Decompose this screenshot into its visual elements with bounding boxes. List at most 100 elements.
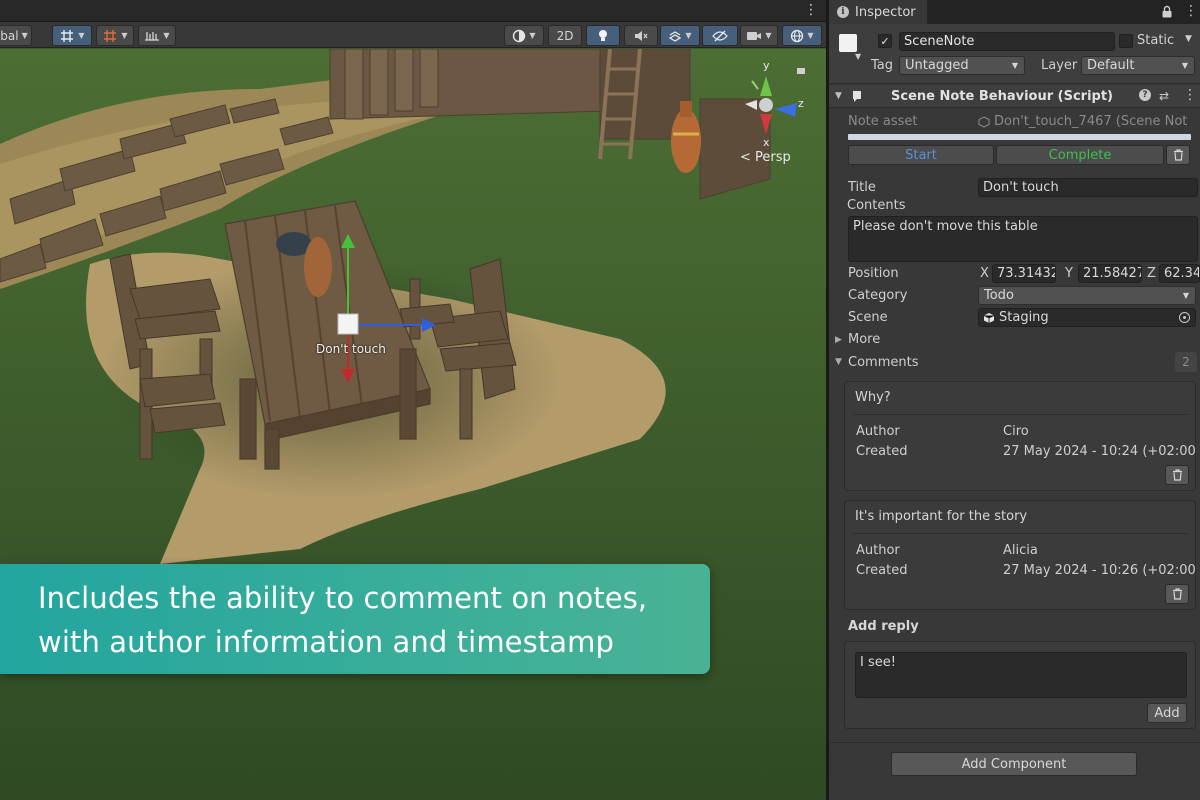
note-asset-field[interactable]: Don't_touch_7467 (Scene Not — [978, 112, 1198, 131]
jug — [304, 237, 332, 297]
comment-divider — [853, 533, 1189, 534]
delete-note-button[interactable] — [1166, 145, 1190, 165]
trash-icon — [1173, 149, 1183, 161]
note-asset-value: Don't_touch_7467 (Scene Not — [994, 114, 1188, 129]
more-foldout-arrow-icon[interactable]: ▶ — [835, 335, 842, 345]
comment-created-label: Created — [856, 444, 908, 459]
script-icon — [853, 91, 861, 102]
scene-menu-icon[interactable]: ⋮ — [804, 2, 818, 18]
position-y-label: Y — [1065, 266, 1073, 281]
feature-caption: Includes the ability to comment on notes… — [0, 564, 710, 674]
note-progress-bar — [848, 134, 1191, 140]
caption-text: Includes the ability to comment on notes… — [38, 581, 648, 659]
icon-picker-caret[interactable]: ▼ — [855, 52, 861, 61]
object-picker-icon[interactable] — [1179, 312, 1190, 323]
inspector-panel: i Inspector ⋮ ▼ ✓ SceneNote Static ▼ Tag… — [829, 0, 1200, 800]
category-dropdown[interactable]: Todo ▼ — [978, 286, 1196, 305]
add-reply-button[interactable]: Add — [1147, 703, 1187, 723]
lighting-toggle[interactable] — [586, 25, 620, 46]
component-menu-icon[interactable]: ⋮ — [1183, 87, 1197, 103]
gizmo-axis-x: x — [763, 136, 770, 149]
active-checkbox[interactable]: ✓ — [878, 34, 892, 48]
tab-inspector-label: Inspector — [855, 4, 916, 20]
divider — [829, 742, 1200, 743]
grid-icon — [104, 29, 117, 42]
shading-icon — [513, 29, 526, 42]
start-button[interactable]: Start — [848, 145, 994, 165]
scene-value: Staging — [999, 310, 1049, 325]
globe-icon — [791, 29, 804, 42]
category-label: Category — [848, 288, 908, 303]
2d-mode-button[interactable]: 2D — [548, 25, 582, 46]
position-y-field[interactable]: 21.58427 — [1078, 264, 1142, 283]
contents-textarea[interactable]: Please don't move this table — [848, 216, 1198, 262]
comment-author: Ciro — [1003, 424, 1029, 439]
ruler-icon — [145, 31, 160, 41]
scene-object-field[interactable]: Staging — [978, 308, 1196, 327]
layer-label: Layer — [1041, 58, 1078, 73]
lightbulb-icon — [599, 29, 607, 41]
camera-icon — [747, 31, 762, 40]
position-x-field[interactable]: 73.31432 — [992, 264, 1056, 283]
complete-button[interactable]: Complete — [996, 145, 1164, 165]
component-header[interactable]: ▼ Scene Note Behaviour (Script) ? ⇄ ⋮ — [829, 85, 1200, 108]
static-checkbox[interactable] — [1119, 34, 1133, 48]
comments-foldout[interactable]: Comments — [848, 355, 918, 370]
effects-toggle[interactable]: ▼ — [660, 25, 700, 46]
position-x-label: X — [980, 266, 989, 281]
title-input[interactable]: Don't touch — [978, 178, 1198, 197]
comments-count-field[interactable]: 2 — [1175, 352, 1197, 372]
gameobject-header: ▼ ✓ SceneNote Static ▼ Tag Untagged ▼ Lay… — [829, 24, 1200, 84]
collapse-arrow-icon[interactable]: ▼ — [835, 91, 842, 101]
delete-comment-button[interactable] — [1165, 465, 1189, 485]
effects-icon — [669, 30, 682, 42]
reply-textarea[interactable]: I see! — [855, 652, 1187, 698]
pivot-dropdown[interactable]: bal ▼ — [0, 25, 32, 46]
tag-value: Untagged — [905, 58, 969, 73]
layer-dropdown[interactable]: Default ▼ — [1081, 56, 1195, 75]
hidden-objects-toggle[interactable] — [702, 25, 738, 46]
inspector-menu-icon[interactable]: ⋮ — [1184, 3, 1198, 19]
gizmos-button[interactable]: ▼ — [782, 25, 822, 46]
delete-comment-button[interactable] — [1165, 584, 1189, 604]
comment-created: 27 May 2024 - 10:24 (+02:00 — [1003, 444, 1196, 459]
gizmo-axis-y: y — [763, 59, 770, 72]
contents-label: Contents — [847, 198, 906, 213]
comment-text: Why? — [855, 390, 891, 405]
grid-snap-button[interactable]: ▼ — [52, 25, 92, 46]
tag-label: Tag — [871, 58, 894, 73]
draw-mode-button[interactable]: ▼ — [504, 25, 544, 46]
audio-toggle[interactable] — [624, 25, 658, 46]
position-z-field[interactable]: 62.34 — [1159, 264, 1200, 283]
tab-inspector[interactable]: i Inspector — [829, 0, 927, 24]
gizmo-axis-z: z — [798, 97, 804, 110]
position-label: Position — [848, 266, 899, 281]
scene-viewport[interactable]: y z x — [0, 49, 826, 800]
scene-note-label: Don't touch — [316, 342, 386, 356]
preset-icon[interactable]: ⇄ — [1159, 89, 1169, 103]
comment-card: Why? Author Ciro Created 27 May 2024 - 1… — [844, 381, 1196, 491]
eye-slash-icon — [712, 30, 728, 41]
trash-icon — [1172, 469, 1182, 481]
add-component-button[interactable]: Add Component — [891, 752, 1137, 776]
unity-scene-icon — [983, 312, 995, 323]
camera-settings-button[interactable]: ▼ — [740, 25, 778, 46]
lock-icon[interactable] — [1161, 5, 1173, 18]
inspector-tab-bar: i Inspector ⋮ — [829, 0, 1200, 24]
more-foldout[interactable]: More — [848, 332, 880, 347]
tag-dropdown[interactable]: Untagged ▼ — [899, 56, 1025, 75]
static-dropdown-caret[interactable]: ▼ — [1185, 34, 1192, 44]
grid-snap-icon — [61, 29, 74, 42]
comments-foldout-arrow-icon[interactable]: ▼ — [835, 357, 842, 367]
gameobject-icon[interactable] — [839, 34, 857, 52]
grid-visibility-button[interactable]: ▼ — [96, 25, 134, 46]
comment-text: It's important for the story — [855, 509, 1028, 524]
add-reply-label: Add reply — [848, 619, 919, 634]
perspective-toggle[interactable]: < Persp — [740, 150, 791, 165]
scene-view[interactable]: ⋮ bal ▼ ▼ ▼ ▼ ▼ 2D ▼ ▼ ▼ y z x < Persp D… — [0, 0, 826, 800]
asset-icon — [978, 115, 990, 128]
increment-snap-button[interactable]: ▼ — [138, 25, 176, 46]
help-icon[interactable]: ? — [1139, 89, 1151, 101]
gameobject-name-field[interactable]: SceneNote — [899, 32, 1115, 51]
title-label: Title — [848, 180, 876, 195]
